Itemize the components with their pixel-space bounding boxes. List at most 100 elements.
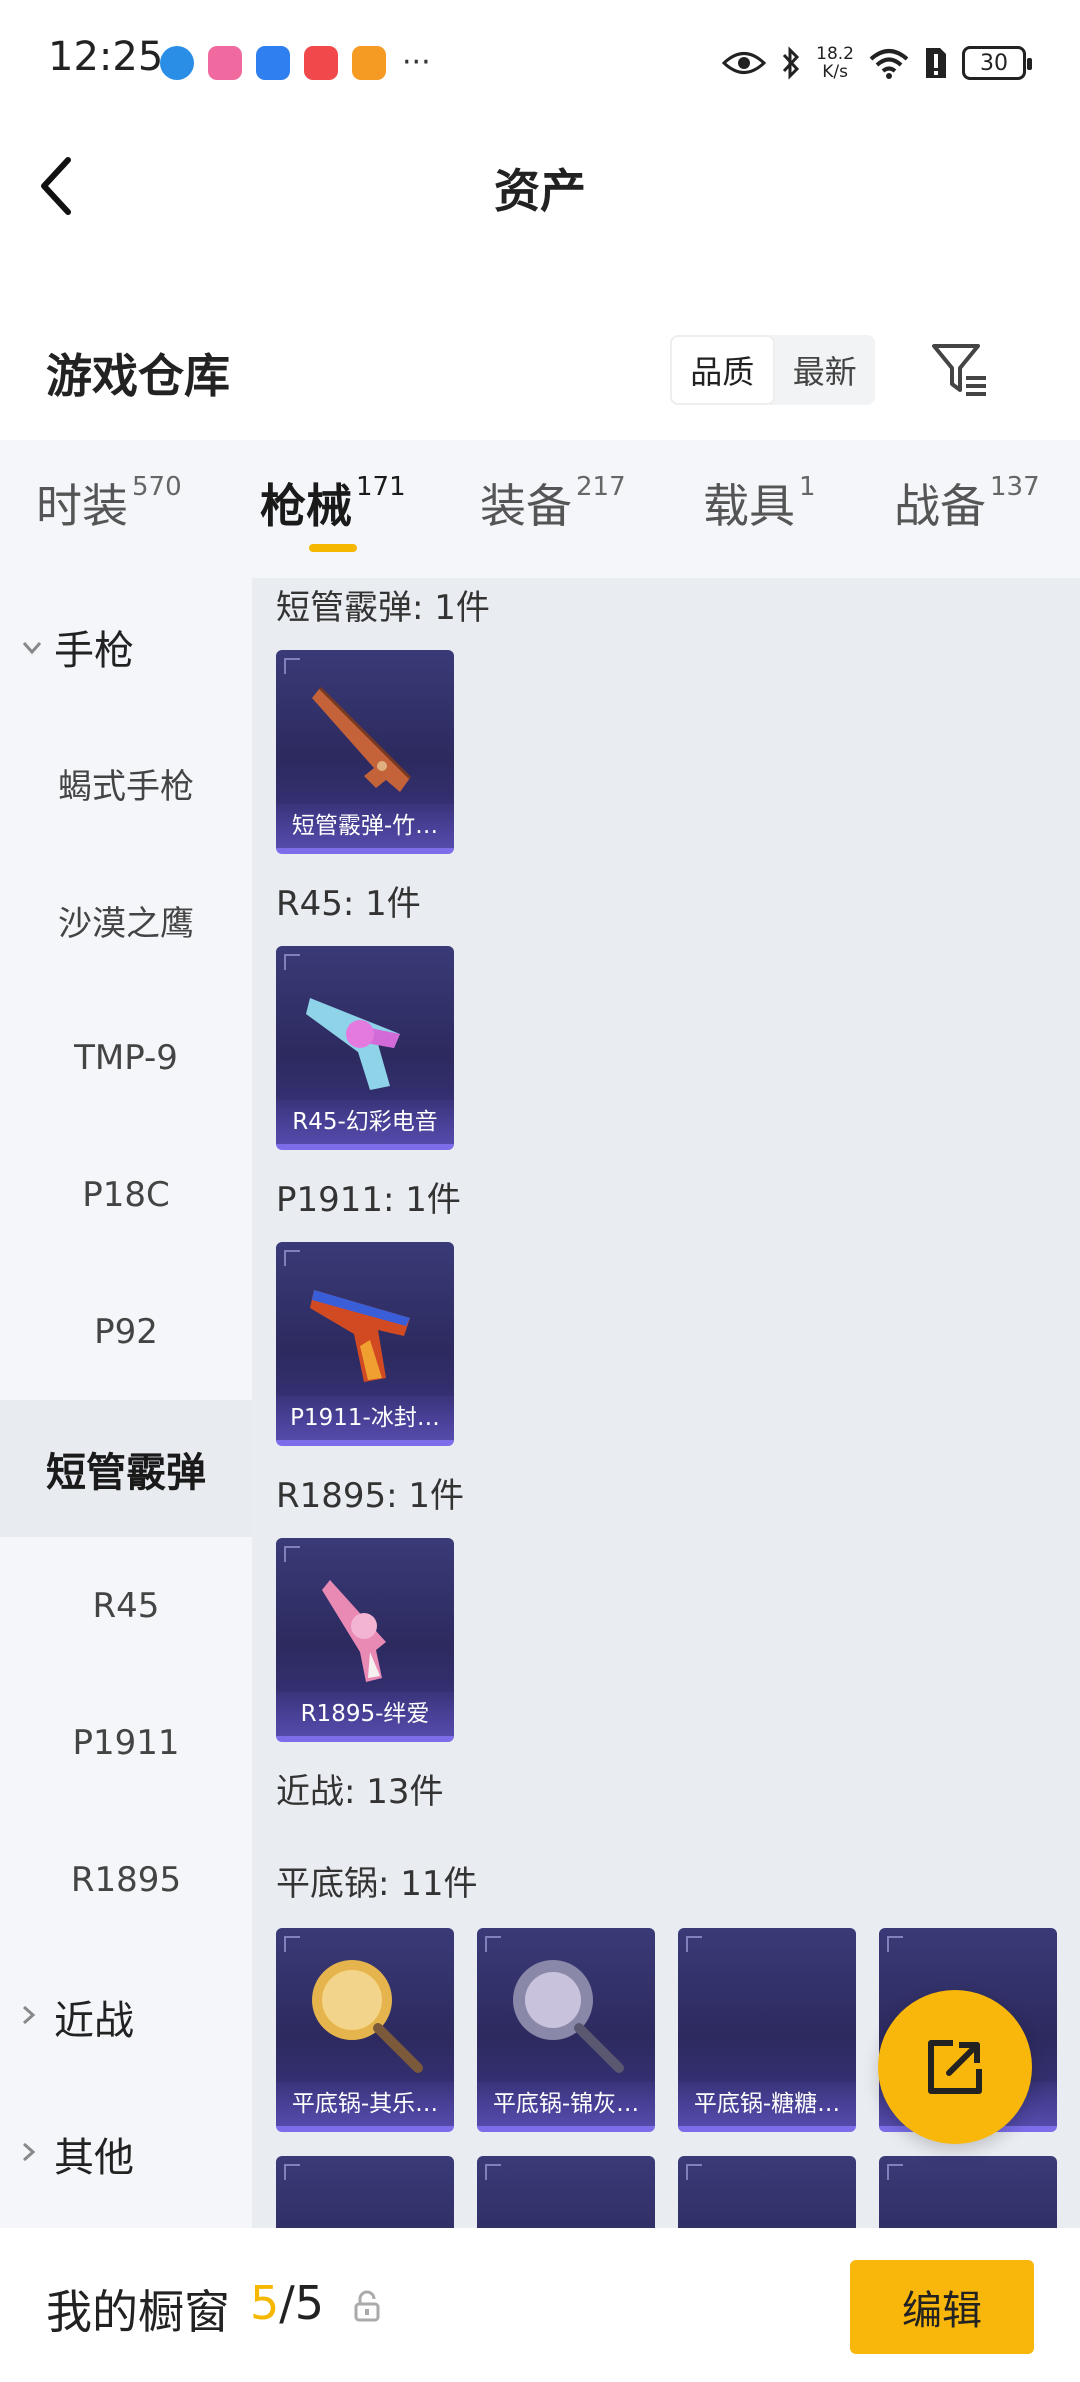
browser-notification-icon (160, 46, 194, 80)
sidebar-group-label: 手枪 (54, 627, 134, 674)
frying-pan-icon (513, 1960, 624, 2073)
item-card[interactable]: 平底锅-其乐… (276, 1928, 454, 2132)
chevron-right-icon (22, 2002, 42, 2032)
item-card[interactable]: 平底锅-糖糖… (678, 1928, 856, 2132)
sidebar-item-r1895[interactable]: R1895 (0, 1811, 252, 1948)
revolver-icon (322, 1580, 386, 1682)
sidebar-item-p18c[interactable]: P18C (0, 1126, 252, 1263)
network-speed-unit: K/s (822, 62, 848, 82)
tab-firearms[interactable]: 枪械 171 (260, 470, 406, 536)
item-card-label: P1911-冰封… (276, 1396, 454, 1440)
filter-icon (932, 344, 986, 396)
group-label: R1895: 1件 (276, 1476, 465, 1516)
status-time: 12:25 (48, 34, 164, 80)
item-card-label: 短管霰弹-竹… (276, 804, 454, 848)
system-icons: 18.2 K/s 30 (722, 40, 1032, 86)
sidebar-group-label: 其他 (54, 2134, 134, 2181)
sim-alert-icon (926, 48, 946, 78)
tab-label: 载具 (703, 479, 795, 533)
shopping-notification-icon (304, 46, 338, 80)
tab-count: 171 (356, 472, 406, 502)
bilibili-notification-icon (208, 46, 242, 80)
tab-combat-gear[interactable]: 战备 137 (894, 470, 1040, 536)
tab-count: 1 (799, 472, 816, 502)
item-card[interactable] (276, 2156, 454, 2228)
wifi-icon (869, 49, 909, 79)
sort-by-newest-button[interactable]: 最新 (775, 335, 876, 405)
pistol-icon (310, 1290, 410, 1382)
revolver-icon (306, 998, 400, 1090)
tab-count: 570 (132, 472, 182, 502)
item-card-label: 平底锅-其乐… (276, 2082, 454, 2126)
tab-label: 时装 (36, 479, 128, 533)
sidebar-item-tmp9[interactable]: TMP-9 (0, 989, 252, 1126)
game-notification-icon (352, 46, 386, 80)
sidebar-item-r45[interactable]: R45 (0, 1537, 252, 1674)
sidebar-item-p1911[interactable]: P1911 (0, 1674, 252, 1811)
lock-icon (354, 2290, 380, 2322)
sidebar-group-label: 近战 (54, 1997, 134, 2044)
showcase-count-current: 5 (250, 2276, 280, 2330)
group-label: 近战: 13件 (276, 1772, 444, 1812)
tab-vehicles[interactable]: 载具 1 (703, 470, 816, 536)
tab-label: 枪械 (260, 479, 352, 533)
item-list: 短管霰弹: 1件 短管霰弹-竹… R45: 1件 R45-幻彩电音 P1911:… (252, 578, 1080, 2228)
group-label: 平底锅: 11件 (276, 1864, 478, 1904)
notification-icons: ··· (160, 46, 431, 80)
showcase-count-max: 5 (294, 2276, 325, 2330)
item-card[interactable] (477, 2156, 655, 2228)
item-card[interactable]: R1895-绊爱 (276, 1538, 454, 1742)
tab-count: 137 (990, 472, 1040, 502)
tab-equipment[interactable]: 装备 217 (480, 470, 626, 536)
frying-pan-icon (312, 1960, 423, 2073)
item-card-label: 平底锅-糖糖… (678, 2082, 856, 2126)
chevron-right-icon (22, 2139, 42, 2169)
sidebar-item-p92[interactable]: P92 (0, 1263, 252, 1400)
external-link-icon (928, 2040, 982, 2094)
section-title: 游戏仓库 (46, 349, 230, 403)
eye-icon (722, 52, 767, 74)
sidebar-item-skorpion[interactable]: 蝎式手枪 (0, 715, 252, 852)
item-card[interactable]: R45-幻彩电音 (276, 946, 454, 1150)
item-card[interactable] (879, 2156, 1057, 2228)
item-card-label: R45-幻彩电音 (276, 1100, 454, 1144)
showcase-count-separator: / (279, 2276, 295, 2330)
sidebar-group-pistols[interactable]: 手枪 (0, 578, 252, 715)
sort-by-quality-button[interactable]: 品质 (670, 335, 775, 405)
group-label: 短管霰弹: 1件 (276, 588, 490, 628)
sort-toggle: 品质 最新 (670, 335, 875, 405)
active-tab-indicator (309, 544, 357, 552)
shotgun-icon (312, 686, 412, 792)
sidebar-item-desert-eagle[interactable]: 沙漠之鹰 (0, 852, 252, 989)
item-card[interactable]: 短管霰弹-竹… (276, 650, 454, 854)
sidebar-group-melee[interactable]: 近战 (0, 1948, 252, 2085)
filter-button[interactable] (930, 340, 990, 400)
tab-label: 战备 (894, 479, 986, 533)
tab-count: 217 (576, 472, 626, 502)
sidebar-group-other[interactable]: 其他 (0, 2085, 252, 2222)
status-bar: 12:25 ··· 18.2 K/s 30 (0, 0, 1080, 120)
edit-button[interactable]: 编辑 (850, 2260, 1034, 2354)
bottom-bar: 我的橱窗 5/5 编辑 (0, 2228, 1080, 2382)
tab-label: 装备 (480, 479, 572, 533)
share-button[interactable] (878, 1990, 1032, 2144)
sidebar-item-sawed-off[interactable]: 短管霰弹 (0, 1400, 252, 1537)
item-card-label: R1895-绊爱 (276, 1692, 454, 1736)
bluetooth-notification-icon (256, 46, 290, 80)
sidebar: 手枪 蝎式手枪 沙漠之鹰 TMP-9 P18C P92 短管霰弹 R45 P19… (0, 578, 252, 2228)
more-notifications-icon: ··· (402, 45, 431, 80)
bluetooth-icon (783, 46, 800, 80)
category-tabs: 时装 570 枪械 171 装备 217 载具 1 战备 137 (0, 440, 1080, 578)
chevron-down-icon (22, 632, 42, 662)
item-card[interactable]: P1911-冰封… (276, 1242, 454, 1446)
tab-fashion[interactable]: 时装 570 (36, 470, 182, 536)
network-speed: 18.2 K/s (816, 45, 854, 81)
battery-indicator: 30 (962, 46, 1032, 80)
item-card[interactable] (678, 2156, 856, 2228)
network-speed-value: 18.2 (816, 44, 854, 64)
group-label: P1911: 1件 (276, 1180, 461, 1220)
item-card[interactable]: 平底锅-锦灰… (477, 1928, 655, 2132)
showcase-label: 我的橱窗 (46, 2285, 230, 2339)
page-title: 资产 (494, 164, 586, 218)
showcase-count: 5/5 (250, 2276, 324, 2330)
